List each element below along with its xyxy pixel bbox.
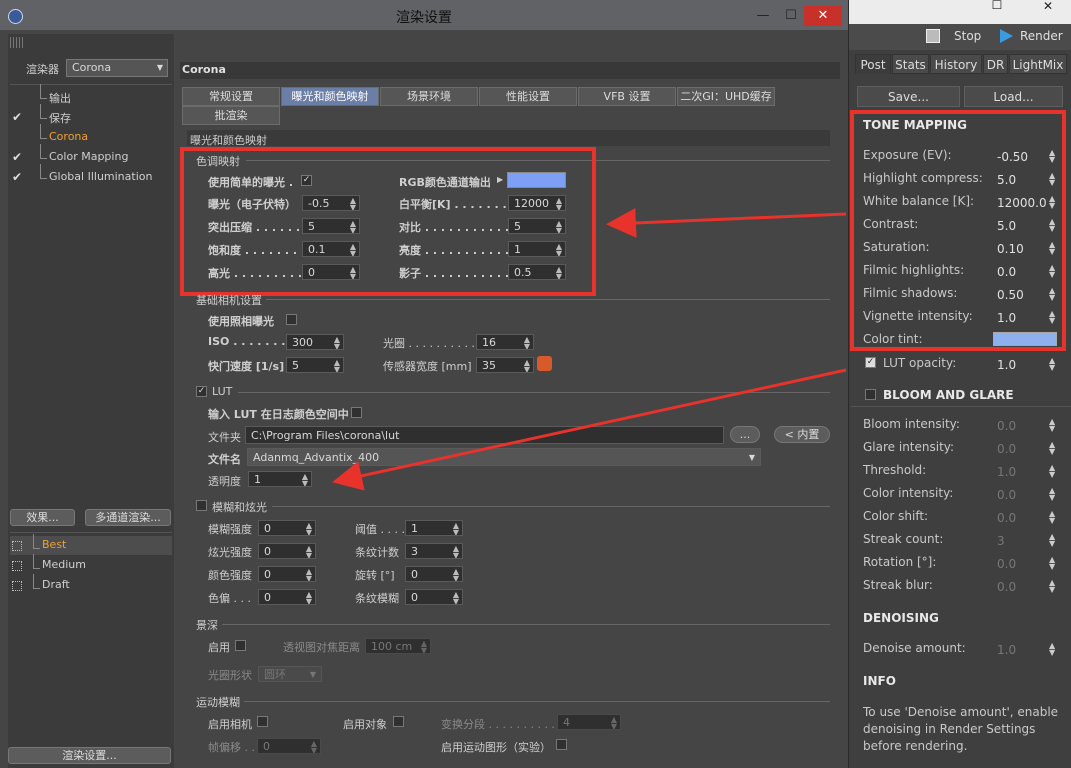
vfb-bloom-label: Color intensity: xyxy=(863,486,954,500)
vfb-bloom-value[interactable]: 1.0 xyxy=(997,465,1016,479)
tree-item[interactable]: 输出 xyxy=(49,90,71,106)
arrow-to-lut xyxy=(332,368,847,491)
vfb-tab-stats[interactable]: Stats xyxy=(892,54,929,74)
tree-item[interactable]: Global Illumination xyxy=(49,170,152,183)
tree-check-icon[interactable]: ✔ xyxy=(12,150,22,164)
vfb-tone-label: Filmic highlights: xyxy=(863,263,965,277)
spinner-icon[interactable]: ▲ ▼ xyxy=(1049,510,1055,525)
vfb-tab-history[interactable]: History xyxy=(930,54,982,74)
vfb-bloom-label: Threshold: xyxy=(863,463,927,477)
spinner-icon[interactable]: ▲ ▼ xyxy=(1049,487,1055,502)
vfb-tone-label: Vignette intensity: xyxy=(863,309,973,323)
spinner-icon[interactable]: ▲ ▼ xyxy=(1049,264,1055,279)
preset-icon xyxy=(12,581,22,591)
vfb-bloom-label: Glare intensity: xyxy=(863,440,955,454)
spinner-icon[interactable]: ▲ ▼ xyxy=(1049,464,1055,479)
tree-branch xyxy=(33,554,40,569)
tree-branch xyxy=(40,84,47,99)
preset-item[interactable]: Medium xyxy=(42,558,86,571)
spinner-icon[interactable]: ▲ ▼ xyxy=(1049,418,1055,433)
vfb-tone-label: Filmic shadows: xyxy=(863,286,958,300)
tree-branch xyxy=(40,104,47,119)
vfb-tone-label: Highlight compress: xyxy=(863,171,983,185)
spinner-icon[interactable]: ▲ ▼ xyxy=(1049,287,1055,302)
preset-item[interactable]: Draft xyxy=(42,578,70,591)
tree-check-icon[interactable]: ✔ xyxy=(12,170,22,184)
vfb-bloom-label: Rotation [°]: xyxy=(863,555,937,569)
tab-4[interactable]: VFB 设置 xyxy=(578,87,676,106)
vfb-bloom-label: Streak blur: xyxy=(863,578,933,592)
tab-5[interactable]: 二次GI：UHD缓存 xyxy=(677,87,775,106)
vfb-bloom-value[interactable]: 0.0 xyxy=(997,580,1016,594)
tab-0[interactable]: 常规设置 xyxy=(182,87,280,106)
spinner-icon[interactable]: ▲ ▼ xyxy=(1049,310,1055,325)
tree-item[interactable]: 保存 xyxy=(49,110,71,126)
vfb-bloom-label: Bloom intensity: xyxy=(863,417,960,431)
vfb-bloom-value[interactable]: 0.0 xyxy=(997,511,1016,525)
vfb-tone-value[interactable]: 0.10 xyxy=(997,242,1024,256)
spinner-icon[interactable]: ▲ ▼ xyxy=(1049,195,1055,210)
preset-icon xyxy=(12,561,22,571)
vfb-bloom-value[interactable]: 3 xyxy=(997,534,1005,548)
preset-icon xyxy=(12,541,22,551)
tree-branch xyxy=(33,574,40,589)
spinner-icon[interactable]: ▲ ▼ xyxy=(1049,533,1055,548)
vfb-tone-label: Saturation: xyxy=(863,240,930,254)
spinner-icon[interactable]: ▲ ▼ xyxy=(1049,241,1055,256)
tab-2[interactable]: 场景环境 xyxy=(380,87,478,106)
tab-6[interactable]: 批渲染 xyxy=(182,106,280,125)
vfb-bloom-label: Streak count: xyxy=(863,532,944,546)
spinner-icon[interactable]: ▲ ▼ xyxy=(1049,579,1055,594)
vfb-tone-label: White balance [K]: xyxy=(863,194,975,208)
vfb-bloom-value[interactable]: 0.0 xyxy=(997,488,1016,502)
tab-1[interactable]: 曝光和颜色映射 xyxy=(281,87,379,106)
arrow-to-tone xyxy=(606,207,847,238)
vfb-tone-value[interactable]: 1.0 xyxy=(997,311,1016,325)
spinner-icon[interactable]: ▲ ▼ xyxy=(1049,172,1055,187)
vfb-bloom-value[interactable]: 0.0 xyxy=(997,557,1016,571)
vfb-tab-lightmix[interactable]: LightMix xyxy=(1009,54,1067,74)
tree-item[interactable]: Color Mapping xyxy=(49,150,128,163)
vfb-tone-label: Contrast: xyxy=(863,217,919,231)
spinner-icon[interactable]: ▲ ▼ xyxy=(1049,149,1055,164)
vfb-tab-dr[interactable]: DR xyxy=(983,54,1008,74)
vfb-tone-value[interactable]: 0.0 xyxy=(997,265,1016,279)
vfb-tone-value[interactable]: 0.50 xyxy=(997,288,1024,302)
annotation-arrows xyxy=(332,207,847,491)
spinner-icon[interactable]: ▲ ▼ xyxy=(1049,556,1055,571)
vfb-bloom-label: Color shift: xyxy=(863,509,929,523)
tree-branch xyxy=(40,144,47,159)
vfb-tone-label: Exposure (EV): xyxy=(863,148,952,162)
tree-branch xyxy=(40,164,47,179)
vfb-tab-post[interactable]: Post xyxy=(855,54,891,74)
vfb-bloom-value[interactable]: 0.0 xyxy=(997,419,1016,433)
tree-check-icon[interactable]: ✔ xyxy=(12,110,22,124)
tree-branch xyxy=(40,124,47,139)
spinner-icon[interactable]: ▲ ▼ xyxy=(1049,218,1055,233)
vfb-tone-value[interactable]: 12000.0 xyxy=(997,196,1047,210)
vfb-bloom-value[interactable]: 0.0 xyxy=(997,442,1016,456)
tab-3[interactable]: 性能设置 xyxy=(479,87,577,106)
tree-item[interactable]: Corona xyxy=(49,130,88,143)
vfb-tone-value[interactable]: -0.50 xyxy=(997,150,1028,164)
tree-branch xyxy=(33,534,40,549)
preset-item[interactable]: Best xyxy=(42,538,66,551)
spinner-icon[interactable]: ▲ ▼ xyxy=(1049,441,1055,456)
vfb-tone-value[interactable]: 5.0 xyxy=(997,173,1016,187)
vfb-tone-value[interactable]: 5.0 xyxy=(997,219,1016,233)
